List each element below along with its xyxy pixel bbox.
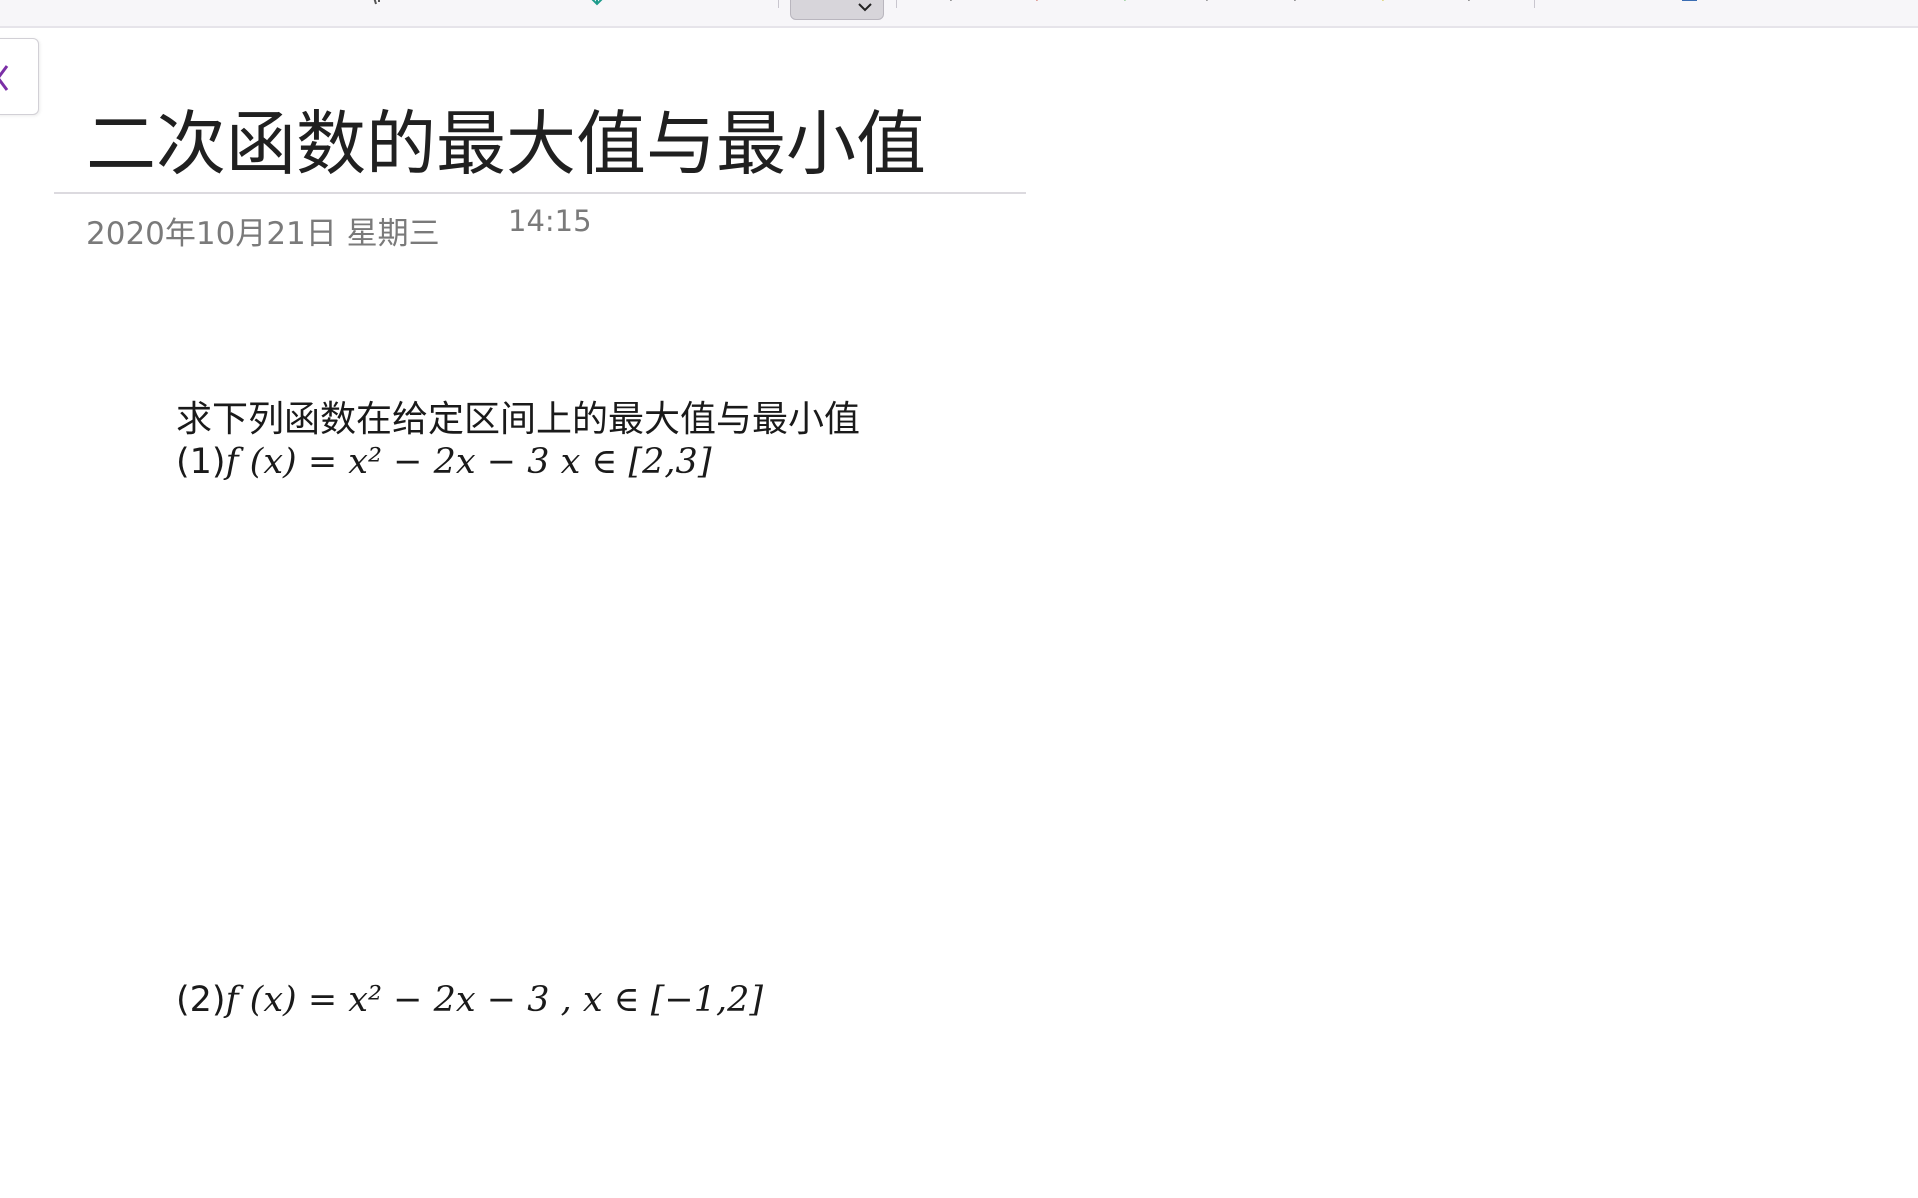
math-expression: f (x) = x² − 2x − 3 , x ∈ [−1,2] xyxy=(225,980,764,1020)
pen-black-2-icon[interactable] xyxy=(1288,0,1306,8)
toolbar-separator xyxy=(1534,0,1535,8)
page-date: 2020年10月21日 星期三 xyxy=(86,216,440,252)
chevron-left-icon xyxy=(0,65,9,91)
download-arrow-icon[interactable] xyxy=(588,0,606,8)
pen-size-dropdown[interactable] xyxy=(790,0,884,20)
instruction-text[interactable]: 求下列函数在给定区间上的最大值与最小值 xyxy=(176,390,860,442)
title-divider xyxy=(54,192,1026,194)
ink-to-shape-icon[interactable] xyxy=(1680,0,1698,8)
pen-black-3-icon[interactable] xyxy=(1462,0,1480,8)
chevron-down-icon xyxy=(858,3,872,12)
pen-black-icon[interactable] xyxy=(944,0,962,8)
problem-number: (1) xyxy=(176,442,226,482)
highlighter-yellow-icon[interactable] xyxy=(1376,0,1394,8)
pen-dark-icon[interactable] xyxy=(1200,0,1218,8)
pen-red-icon[interactable] xyxy=(1030,0,1048,8)
lasso-icon[interactable] xyxy=(1592,0,1610,8)
pen-green-icon[interactable] xyxy=(1118,0,1136,8)
ribbon-toolbar xyxy=(0,0,1918,28)
math-expression: f (x) = x² − 2x − 3 x ∈ [2,3] xyxy=(225,442,712,482)
back-button[interactable] xyxy=(0,38,39,115)
problem-2[interactable]: (2)f (x) = x² − 2x − 3 , x ∈ [−1,2] xyxy=(176,980,763,1020)
page-time: 14:15 xyxy=(508,204,592,238)
toolbar-separator xyxy=(896,0,897,8)
problem-1[interactable]: (1)f (x) = x² − 2x − 3 x ∈ [2,3] xyxy=(176,442,711,482)
format-icon[interactable] xyxy=(370,0,388,8)
toolbar-separator xyxy=(778,0,779,8)
problem-number: (2) xyxy=(176,980,226,1020)
page-title[interactable]: 二次函数的最大值与最小值 xyxy=(86,88,926,189)
